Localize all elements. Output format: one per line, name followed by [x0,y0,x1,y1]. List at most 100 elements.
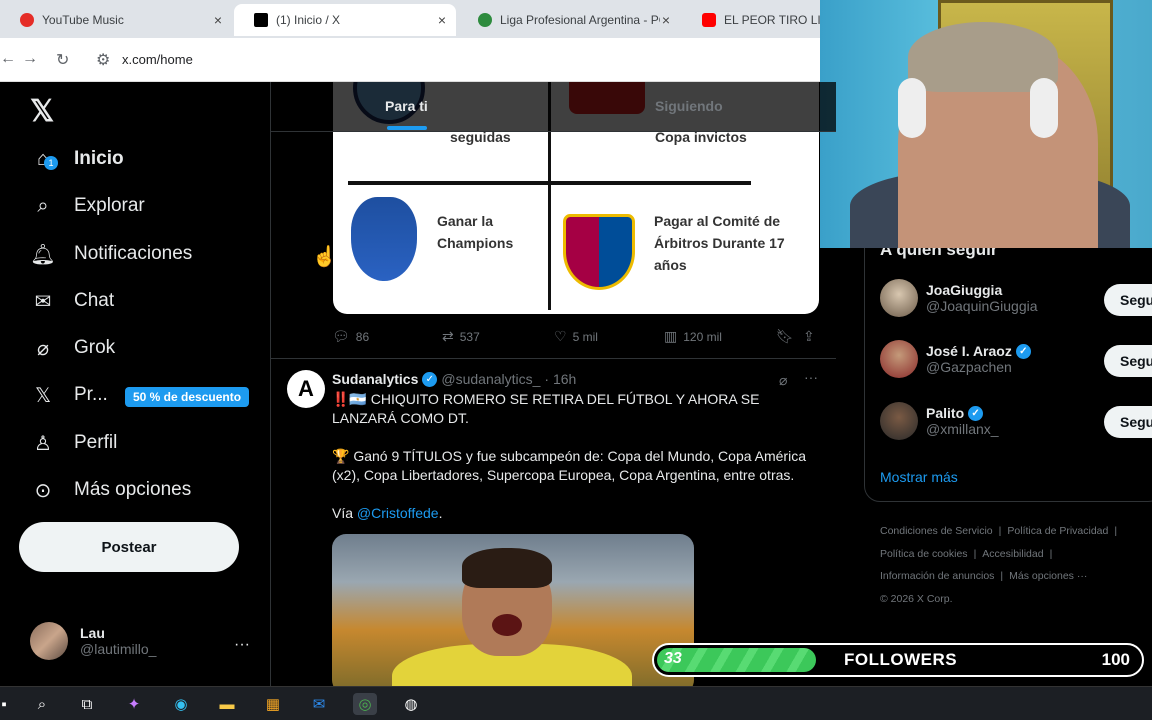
via-mention-link[interactable]: @Cristoffede [357,505,439,521]
footer-link[interactable]: Más opciones ··· [1009,570,1087,582]
nav-premium[interactable]: 𝕏 Pr... [30,382,108,408]
close-tab-icon[interactable]: × [214,12,222,28]
task-view-icon[interactable]: ⧉ [75,693,99,715]
footer-link[interactable]: Política de cookies [880,548,968,560]
tweet-line-2: 🏆 Ganó 9 TÍTULOS y fue subcampeón de: Co… [332,448,806,483]
suggestion-name: Palito ✓ [926,405,999,421]
footer-link[interactable]: Condiciones de Servicio [880,525,993,537]
tab-youtube-video[interactable]: EL PEOR TIRO LIBRE D [682,4,820,36]
post-button[interactable]: Postear [19,522,239,572]
premium-discount-badge[interactable]: 50 % de descuento [125,387,250,407]
webcam-overlay [820,0,1152,248]
account-handle: @lautimillo_ [80,641,157,657]
reply-icon: 💬︎ [332,328,350,344]
tweet-line-1: ‼️🇦🇷 CHIQUITO ROMERO SE RETIRA DEL FÚTBO… [332,391,760,426]
store-icon[interactable]: ▦ [261,693,285,715]
soccer-ball-icon [478,13,492,27]
account-more-icon[interactable]: ··· [234,636,250,654]
more-circle-icon: ⊙ [34,479,52,502]
tab-x-home[interactable]: (1) Inicio / X × [234,4,456,36]
edge-icon[interactable]: ◉ [169,693,193,715]
back-icon[interactable]: ← [0,50,16,68]
tab-for-you[interactable]: Para ti [385,98,428,114]
tweet-author-name[interactable]: Sudanalytics [332,371,418,387]
footer-link[interactable]: Política de Privacidad [1007,525,1108,537]
tab-label: EL PEOR TIRO LIBRE D [724,13,820,27]
file-explorer-icon[interactable]: ▬ [215,693,239,715]
suggestion-joagiuggia[interactable]: JoaGiuggia @JoaquinGiuggia [880,279,1038,317]
suggestion-name-text: José I. Araoz [926,343,1012,359]
avatar[interactable]: A [287,370,325,408]
nav-explore[interactable]: ⌕ Explorar [30,193,144,219]
copilot-icon[interactable]: ✦ [122,693,146,715]
suggestion-palito[interactable]: Palito ✓ @xmillanx_ [880,402,999,440]
follow-button[interactable]: Segu [1104,406,1152,438]
start-icon[interactable]: ▪ [0,693,16,715]
footer-link[interactable]: Información de anuncios [880,570,994,582]
suggestion-name: JoaGiuggia [926,282,1003,298]
tab-youtube-music[interactable]: YouTube Music × [0,4,232,36]
grok-icon: ⌀ [36,337,50,360]
nav-more-label: Más opciones [74,479,192,500]
like-button[interactable]: ♡ 5 mil [554,328,598,345]
repost-button[interactable]: ⇄ 537 [442,328,480,345]
nav-grok[interactable]: ⌀ Grok [30,335,115,361]
follow-button[interactable]: Segu [1104,284,1152,316]
tweet-timestamp[interactable]: · 16h [544,371,576,387]
views-button[interactable]: ▥ 120 mil [664,328,722,345]
followers-goal: 100 [1101,650,1130,669]
view-count: 120 mil [683,329,722,344]
verified-badge-icon: ✓ [422,371,438,387]
youtube-icon [702,13,716,27]
outlook-icon[interactable]: ✉ [307,693,331,715]
search-icon: ⌕ [37,194,49,217]
nav-notifications[interactable]: 🔔︎ Notificaciones [30,241,192,267]
suggestion-jose-araoz[interactable]: José I. Araoz ✓ @Gazpachen [880,340,1035,378]
nav-more[interactable]: ⊙ Más opciones [30,477,192,503]
bell-icon: 🔔︎ [30,243,56,266]
main-feed[interactable]: seguidas Copa invictos Ganar la Champion… [271,82,836,686]
avatar [880,279,918,317]
chrome-icon[interactable]: ◎ [353,693,377,715]
follow-button[interactable]: Segu [1104,345,1152,377]
tweet-photo[interactable] [332,534,694,686]
headphones-icon [1030,78,1058,138]
share-icon[interactable]: ⇪ [803,328,821,345]
footer-links: Condiciones de Servicio | Política de Priv… [880,520,1152,610]
tab-liga-profesional[interactable]: Liga Profesional Argentina - PO × [458,4,680,36]
reply-button[interactable]: 💬︎ 86 [332,328,369,345]
forward-icon[interactable]: → [22,50,38,68]
tab-following[interactable]: Siguiendo [655,98,723,114]
tweet-author-handle[interactable]: @sudanalytics_ [441,371,540,387]
meme-bottom-left-text: Ganar la Champions [437,213,514,251]
close-tab-icon[interactable]: × [662,12,670,28]
x-logo-icon[interactable]: 𝕏 [30,94,54,129]
meme-bottom-right-text: Pagar al Comité de Árbitros Durante 17 a… [654,213,785,273]
site-settings-icon[interactable]: ⚙ [96,50,110,70]
reload-icon[interactable]: ↻ [56,50,69,70]
repost-icon: ⇄ [442,328,454,344]
close-tab-icon[interactable]: × [438,12,446,28]
search-icon[interactable]: ⌕ [30,693,54,715]
verified-badge-icon: ✓ [968,405,984,421]
bookmark-icon[interactable]: 🔖︎ [776,328,800,345]
tweet-more-icon[interactable]: ··· [804,369,818,385]
obs-icon[interactable]: ◍ [399,693,423,715]
followers-goal-bar: 33 FOLLOWERS 100 [652,643,1144,677]
show-more-link[interactable]: Mostrar más [880,469,958,485]
grok-explain-icon[interactable]: ⌀ [779,372,787,389]
nav-chat[interactable]: ✉ Chat [30,288,115,314]
copyright: © 2026 X Corp. [880,592,953,605]
avatar [880,402,918,440]
tab-label: (1) Inicio / X [276,13,341,27]
nav-notifications-label: Notificaciones [74,243,193,264]
views-chart-icon: ▥ [664,328,678,344]
x-premium-icon: 𝕏 [34,384,52,407]
footer-link[interactable]: Accesibilidad [982,548,1043,560]
repost-count: 537 [459,329,480,344]
nav-profile[interactable]: ♙ Perfil [30,430,117,456]
account-switcher[interactable]: Lau @lautimillo_ [30,622,156,660]
suggestion-handle: @Gazpachen [926,359,1012,375]
photo-mouth [492,614,522,636]
url-field[interactable]: x.com/home [122,52,193,67]
